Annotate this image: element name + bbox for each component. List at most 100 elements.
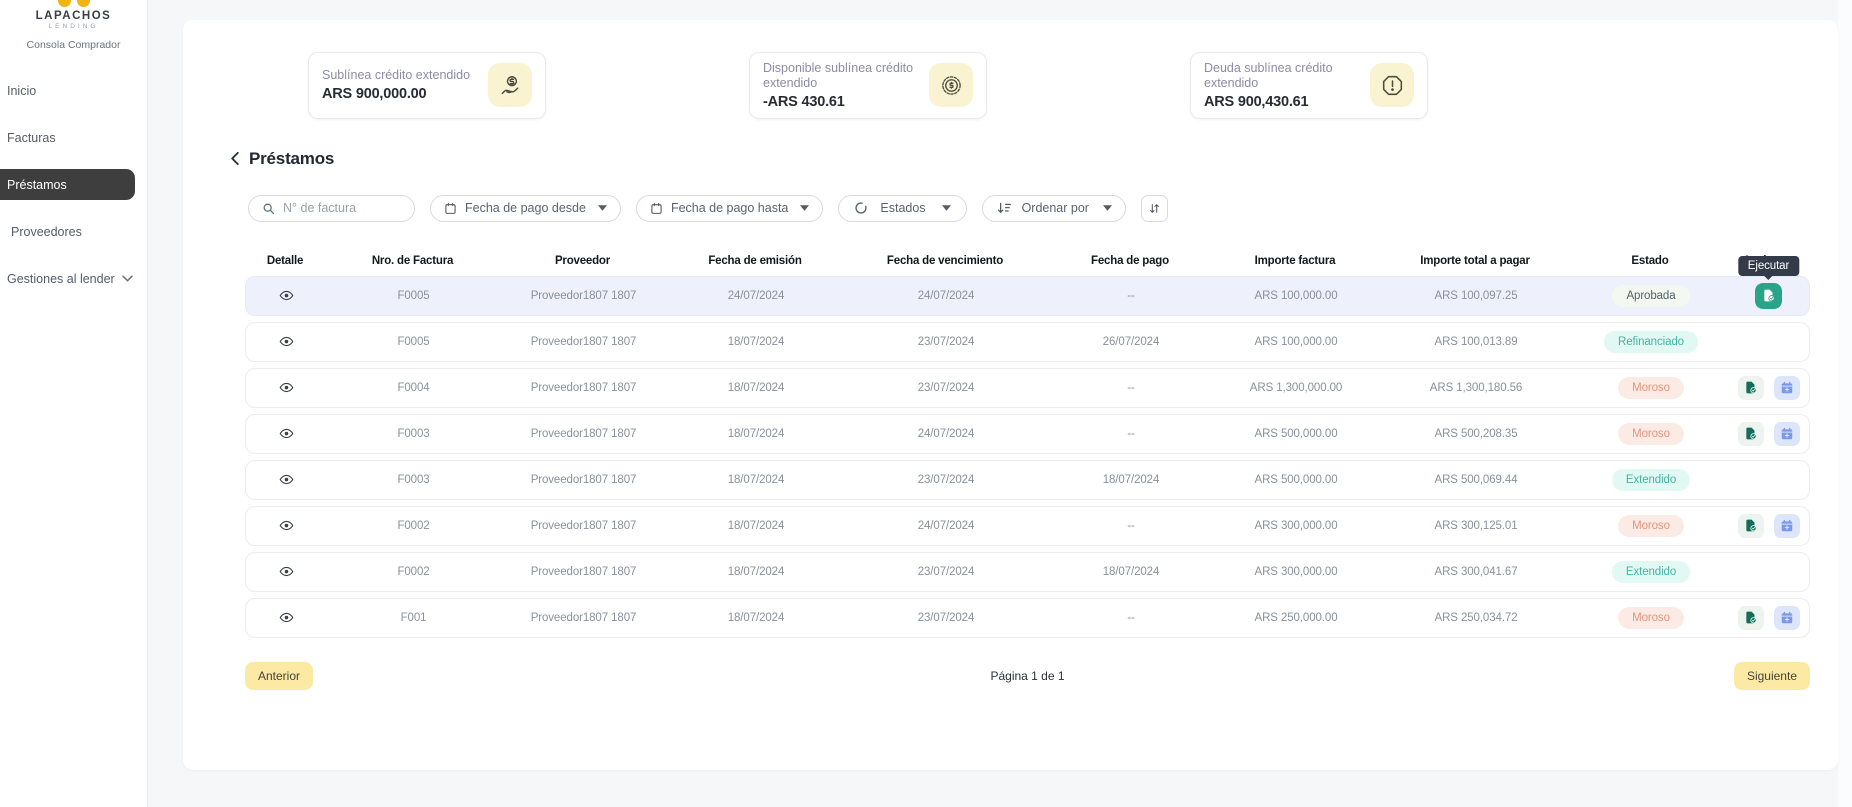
calendar-icon	[444, 202, 457, 215]
due-date-cell: 23/07/2024	[846, 336, 1046, 348]
previous-page-button[interactable]: Anterior	[245, 662, 313, 690]
status-cell: Aprobada	[1576, 285, 1726, 307]
invoice-number-cell: F0003	[326, 474, 501, 486]
issue-date-cell: 18/07/2024	[666, 336, 846, 348]
provider-cell: Proveedor1807 1807	[501, 520, 666, 532]
status-cell: Refinanciado	[1576, 331, 1726, 353]
sidebar-item-prestamos[interactable]: Préstamos	[0, 169, 135, 200]
summary-cards-row: Sublínea crédito extendido ARS 900,000.0…	[183, 20, 1838, 119]
payment-date-cell: 18/07/2024	[1046, 474, 1216, 486]
reschedule-payment-button[interactable]	[1774, 514, 1800, 538]
actions-cell	[1726, 376, 1811, 400]
caret-down-icon	[598, 205, 607, 211]
view-details-button[interactable]	[277, 332, 296, 351]
status-badge: Moroso	[1618, 423, 1684, 445]
reschedule-payment-button[interactable]	[1774, 422, 1800, 446]
page-info-label: Página 1 de 1	[990, 669, 1064, 683]
states-filter[interactable]: Estados	[838, 195, 966, 222]
execute-loan-button[interactable]	[1755, 283, 1782, 309]
date-from-filter[interactable]: Fecha de pago desde	[430, 195, 621, 222]
actions-cell	[1726, 422, 1811, 446]
invoice-amount-cell: ARS 500,000.00	[1216, 428, 1376, 440]
file-check-icon	[1744, 426, 1758, 441]
invoice-amount-cell: ARS 300,000.00	[1216, 566, 1376, 578]
status-badge: Moroso	[1618, 607, 1684, 629]
loan-row: F0005Proveedor1807 180724/07/202424/07/2…	[245, 276, 1810, 316]
file-check-icon	[1744, 518, 1758, 533]
view-details-button[interactable]	[277, 562, 296, 581]
invoice-amount-cell: ARS 500,000.00	[1216, 474, 1376, 486]
due-date-cell: 23/07/2024	[846, 612, 1046, 624]
loan-document-button[interactable]	[1738, 606, 1764, 630]
search-input[interactable]	[283, 201, 401, 215]
caret-down-icon	[800, 205, 809, 211]
view-details-button[interactable]	[277, 608, 296, 627]
status-circle-icon	[854, 201, 868, 215]
calendar-plus-icon	[1780, 427, 1794, 441]
filters-bar: Fecha de pago desde Fecha de pago hasta …	[248, 195, 1838, 222]
eye-icon	[279, 380, 294, 395]
loan-row: F0003Proveedor1807 180718/07/202423/07/2…	[245, 460, 1810, 500]
status-badge: Aprobada	[1612, 285, 1689, 307]
column-header: Fecha de vencimiento	[845, 255, 1045, 267]
eye-icon	[279, 610, 294, 625]
view-details-button[interactable]	[277, 516, 296, 535]
loan-document-button[interactable]	[1738, 376, 1764, 400]
sidebar-item-facturas[interactable]: Facturas	[0, 122, 147, 153]
eye-icon	[279, 426, 294, 441]
brand-name: LAPACHOS	[0, 10, 147, 22]
sidebar-item-gestiones[interactable]: Gestiones al lender	[0, 263, 147, 294]
total-amount-cell: ARS 100,013.89	[1376, 336, 1576, 348]
caret-down-icon	[1103, 205, 1112, 211]
invoice-amount-cell: ARS 100,000.00	[1216, 336, 1376, 348]
reschedule-payment-button[interactable]	[1774, 376, 1800, 400]
eye-icon	[279, 334, 294, 349]
content-card: Sublínea crédito extendido ARS 900,000.0…	[183, 20, 1838, 770]
sidebar-item-label: Inicio	[7, 84, 36, 98]
loan-document-button[interactable]	[1738, 514, 1764, 538]
calendar-plus-icon	[1780, 381, 1794, 395]
column-header: Proveedor	[500, 255, 665, 267]
date-to-filter[interactable]: Fecha de pago hasta	[636, 195, 823, 222]
view-details-button[interactable]	[277, 470, 296, 489]
next-page-button[interactable]: Siguiente	[1734, 662, 1810, 690]
main-area: Sublínea crédito extendido ARS 900,000.0…	[148, 0, 1852, 807]
column-header: Fecha de emisión	[665, 255, 845, 267]
eye-icon	[279, 288, 294, 303]
pagination-bar: Anterior Página 1 de 1 Siguiente	[245, 662, 1810, 690]
provider-cell: Proveedor1807 1807	[501, 382, 666, 394]
sidebar-item-proveedores[interactable]: Proveedores	[0, 216, 147, 247]
scrollbar-gutter[interactable]	[1838, 0, 1852, 807]
total-amount-cell: ARS 300,125.01	[1376, 520, 1576, 532]
loan-document-button[interactable]	[1738, 422, 1764, 446]
issue-date-cell: 18/07/2024	[666, 566, 846, 578]
loan-row: F0003Proveedor1807 180718/07/202424/07/2…	[245, 414, 1810, 454]
view-details-button[interactable]	[277, 424, 296, 443]
card-value: -ARS 430.61	[763, 94, 928, 110]
due-date-cell: 24/07/2024	[846, 520, 1046, 532]
sidebar-item-inicio[interactable]: Inicio	[0, 75, 147, 106]
total-amount-cell: ARS 100,097.25	[1376, 290, 1576, 302]
invoice-number-cell: F0002	[326, 520, 501, 532]
chevron-left-icon[interactable]	[230, 151, 240, 166]
loan-row: F001Proveedor1807 180718/07/202423/07/20…	[245, 598, 1810, 638]
invoice-number-cell: F001	[326, 612, 501, 624]
sort-by-filter[interactable]: Ordenar por	[982, 195, 1126, 222]
sort-direction-button[interactable]	[1141, 195, 1168, 222]
status-badge: Refinanciado	[1604, 331, 1698, 353]
invoice-number-cell: F0004	[326, 382, 501, 394]
card-title: Sublínea crédito extendido	[322, 68, 470, 83]
eye-icon	[279, 564, 294, 579]
total-amount-cell: ARS 500,069.44	[1376, 474, 1576, 486]
view-details-button[interactable]	[277, 378, 296, 397]
page-header: Préstamos	[230, 149, 1838, 169]
view-details-button[interactable]	[277, 286, 296, 305]
card-deuda-sublinea: Deuda sublínea crédito extendido ARS 900…	[1190, 52, 1428, 119]
file-check-icon	[1744, 380, 1758, 395]
brand-logo: LAPACHOS LENDING	[0, 0, 147, 30]
sidebar-item-label: Facturas	[7, 131, 56, 145]
status-badge: Extendido	[1612, 561, 1690, 583]
hand-coin-icon	[488, 63, 532, 107]
provider-cell: Proveedor1807 1807	[501, 428, 666, 440]
reschedule-payment-button[interactable]	[1774, 606, 1800, 630]
